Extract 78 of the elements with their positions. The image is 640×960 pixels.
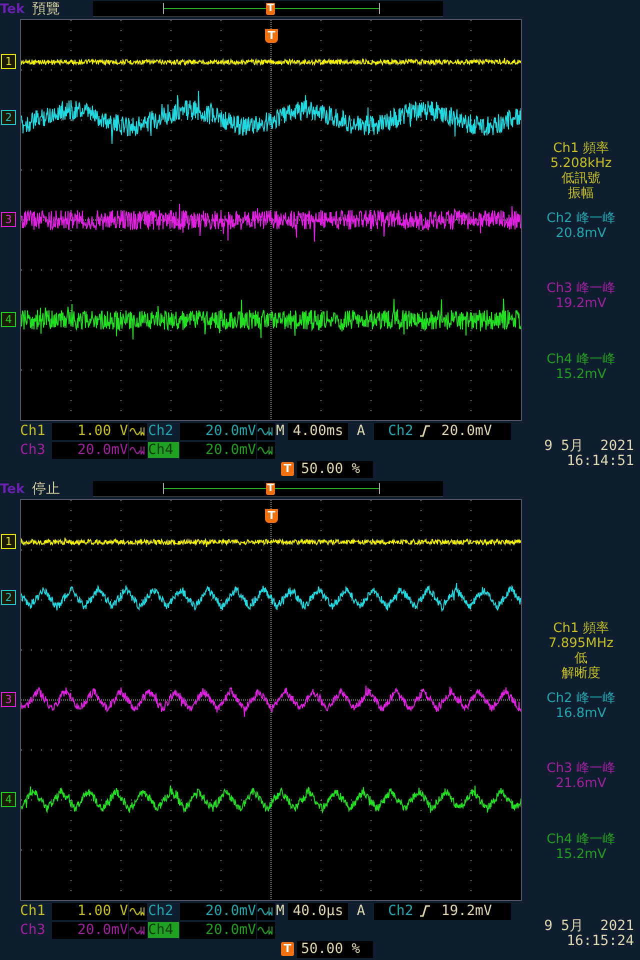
measurement-readout: 15.2mV xyxy=(556,366,606,382)
measurement-readout: Ch2 峰一峰 xyxy=(546,210,616,226)
bandwidth-limit-icon xyxy=(129,442,147,458)
volts-per-division: 20.0mV xyxy=(180,422,256,440)
measurement-readout: 5.208kHz xyxy=(550,156,612,171)
volts-per-division: 20.0mV xyxy=(180,442,256,458)
trigger-marker: T xyxy=(265,29,278,43)
measurement-readout: 解晰度 xyxy=(562,666,600,681)
measurement-readout: 21.6mV xyxy=(556,776,606,791)
channel-marker[interactable]: 4 xyxy=(1,792,16,807)
timebase-label: M xyxy=(276,423,286,439)
bandwidth-limit-icon xyxy=(257,442,275,458)
time-text: 16:14:51 xyxy=(566,454,634,469)
measurement-readout: 20.8mV xyxy=(556,226,606,240)
volts-per-division: 1.00 V xyxy=(52,902,128,920)
rising-edge-icon xyxy=(419,424,432,438)
channel-label[interactable]: Ch4 xyxy=(148,922,179,938)
channel-label[interactable]: Ch4 xyxy=(148,442,179,458)
timebase-value: 40.0µs xyxy=(288,902,348,920)
channel-marker[interactable]: 3 xyxy=(1,212,16,227)
channel-marker[interactable]: 4 xyxy=(1,312,16,327)
trigger-source: Ch2 xyxy=(388,422,414,440)
channel-label[interactable]: Ch2 xyxy=(148,903,179,919)
trigger-label: A xyxy=(356,903,366,919)
measurement-readout: Ch4 峰一峰 xyxy=(546,352,616,366)
measurement-readout: 7.895MHz xyxy=(548,636,614,651)
bandwidth-limit-icon xyxy=(257,422,275,440)
volts-per-division: 20.0mV xyxy=(180,902,256,920)
date-text: 9 5月 2021 xyxy=(544,439,634,454)
measurement-readout: Ch3 峰一峰 xyxy=(546,761,616,776)
measurement-readout: Ch4 峰一峰 xyxy=(546,832,616,846)
acquisition-status: 停止 xyxy=(32,480,61,498)
timebase-label: M xyxy=(276,903,286,919)
volts-per-division: 20.0mV xyxy=(52,442,128,458)
bandwidth-limit-icon xyxy=(257,922,275,938)
volts-per-division: 1.00 V xyxy=(52,422,128,440)
bandwidth-limit-icon xyxy=(257,902,275,920)
trigger-position-icon: T xyxy=(281,942,294,956)
measurement-readout: Ch3 峰一峰 xyxy=(546,281,616,296)
trigger-position-icon: T xyxy=(281,462,294,476)
bandwidth-limit-icon xyxy=(129,422,147,440)
channel-marker[interactable]: 1 xyxy=(1,54,16,69)
measurement-readout: 19.2mV xyxy=(556,296,606,311)
trigger-level: 20.0mV xyxy=(441,422,492,440)
channel-marker[interactable]: 2 xyxy=(1,590,16,605)
brand-logo: Tek xyxy=(0,2,26,16)
measurement-readout: Ch2 峰一峰 xyxy=(546,690,616,706)
measurement-readout: 15.2mV xyxy=(556,846,606,862)
channel-label[interactable]: Ch2 xyxy=(148,423,179,439)
channel-label[interactable]: Ch1 xyxy=(20,903,51,919)
trigger-marker: T xyxy=(266,3,275,15)
trigger-marker: T xyxy=(265,509,278,523)
date-text: 9 5月 2021 xyxy=(544,919,634,934)
measurement-readout: 振幅 xyxy=(568,186,594,201)
trigger-position: 50.00 % xyxy=(297,940,373,958)
volts-per-division: 20.0mV xyxy=(180,922,256,938)
measurement-readout: Ch1 頻率 xyxy=(553,141,609,156)
channel-marker[interactable]: 2 xyxy=(1,110,16,125)
brand-logo: Tek xyxy=(0,482,26,496)
acquisition-status: 預覽 xyxy=(32,0,61,18)
bandwidth-limit-icon xyxy=(129,922,147,938)
measurement-readout: Ch1 頻率 xyxy=(553,621,609,636)
channel-marker[interactable]: 3 xyxy=(1,692,16,707)
measurement-readout: 16.8mV xyxy=(556,706,606,720)
bandwidth-limit-icon xyxy=(129,902,147,920)
channel-marker[interactable]: 1 xyxy=(1,534,16,549)
time-text: 16:15:24 xyxy=(566,934,634,949)
volts-per-division: 20.0mV xyxy=(52,922,128,938)
measurement-readout: 低 xyxy=(574,651,588,666)
trigger-level: 19.2mV xyxy=(441,902,492,920)
trigger-label: A xyxy=(356,423,366,439)
trigger-position: 50.00 % xyxy=(297,460,373,478)
rising-edge-icon xyxy=(419,904,432,918)
measurement-readout: 低訊號 xyxy=(562,171,600,186)
timebase-value: 4.00ms xyxy=(288,422,348,440)
channel-label[interactable]: Ch1 xyxy=(20,423,51,439)
trigger-marker: T xyxy=(266,483,275,495)
trigger-source: Ch2 xyxy=(388,902,414,920)
